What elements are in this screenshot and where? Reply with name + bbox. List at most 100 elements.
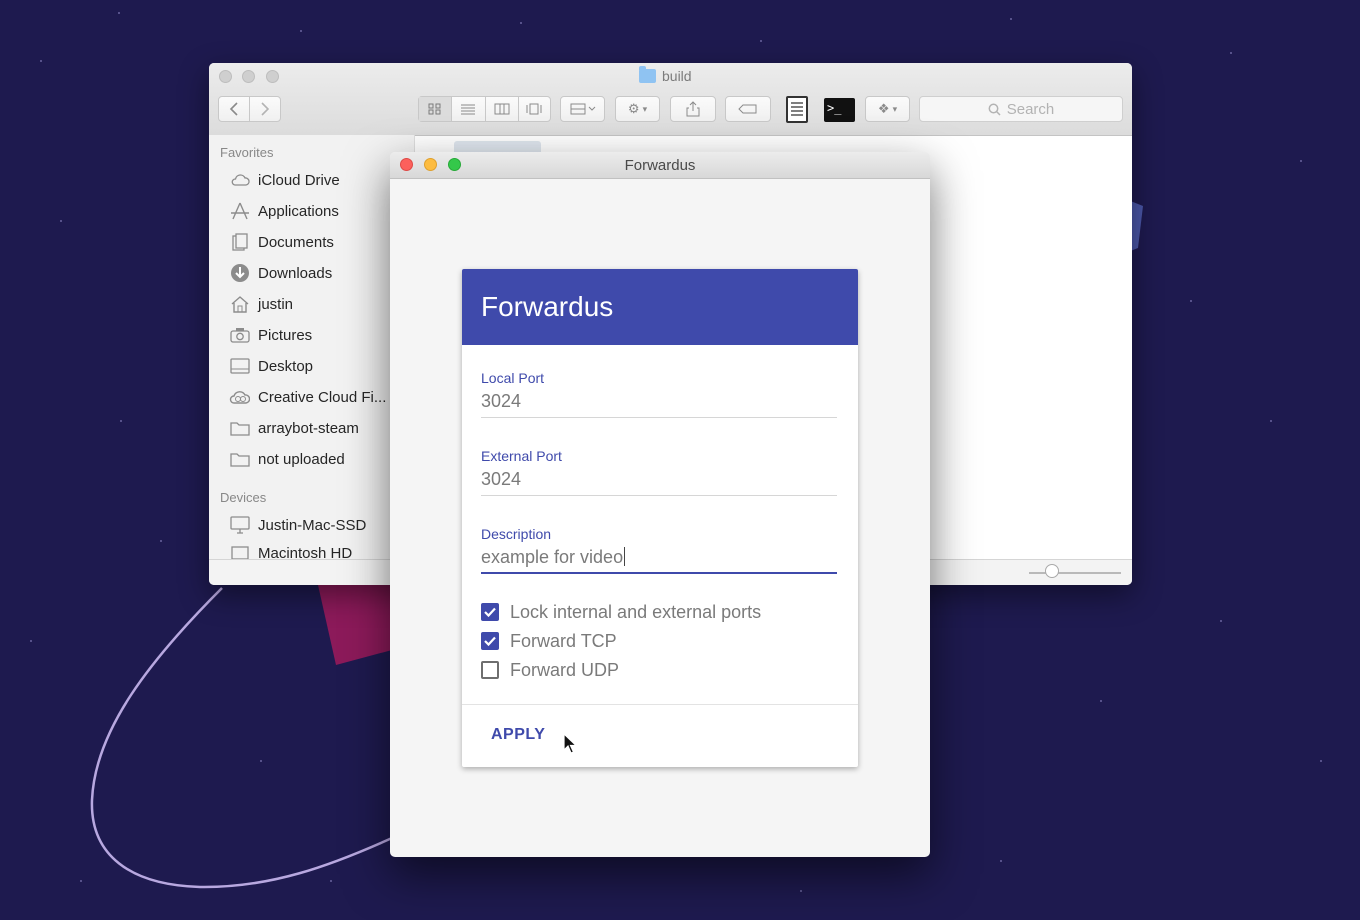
sidebar-item-pictures[interactable]: Pictures xyxy=(229,323,312,347)
notes-app-button[interactable] xyxy=(786,96,808,123)
search-placeholder: Search xyxy=(1006,100,1055,118)
sidebar-item-icloud-drive[interactable]: iCloud Drive xyxy=(229,168,340,192)
back-button[interactable] xyxy=(219,97,250,121)
column-view-button[interactable] xyxy=(486,97,519,121)
folder-icon xyxy=(229,450,250,468)
applications-icon xyxy=(229,202,250,220)
chevron-down-icon: ▾ xyxy=(642,103,648,114)
finder-toolbar: build ⚙ ▾ >_ ❖ ▾ Search xyxy=(209,63,1132,136)
arrange-icon xyxy=(570,103,595,115)
forwardus-window: Forwardus Forwardus Local Port 3024 Exte… xyxy=(390,152,930,857)
sidebar-item-justin[interactable]: justin xyxy=(229,292,293,316)
sidebar-item-label: justin xyxy=(258,295,294,313)
sidebar-item-label: Documents xyxy=(258,233,334,251)
local-port-label: Local Port xyxy=(481,370,545,386)
columns-icon xyxy=(494,103,510,115)
option-label: Forward UDP xyxy=(510,659,620,680)
mouse-pointer-icon xyxy=(563,733,577,754)
forward-button[interactable] xyxy=(250,97,280,121)
chevron-right-icon xyxy=(261,102,270,116)
forwardus-titlebar: Forwardus xyxy=(390,152,930,179)
cover-flow-button[interactable] xyxy=(519,97,550,121)
desktop-icon xyxy=(229,357,250,375)
terminal-button[interactable]: >_ xyxy=(824,98,855,122)
chevron-left-icon xyxy=(229,102,238,116)
sidebar-item-justin-mac-ssd[interactable]: Justin-Mac-SSD xyxy=(229,513,366,537)
option-label: Lock internal and external ports xyxy=(510,601,762,622)
view-mode-segmented xyxy=(418,96,551,122)
sidebar-item-not-uploaded[interactable]: not uploaded xyxy=(229,447,345,471)
arrange-button[interactable] xyxy=(560,96,605,122)
card-header: Forwardus xyxy=(462,269,858,345)
cloud-icon xyxy=(229,171,250,189)
local-port-underline xyxy=(481,417,837,418)
sidebar-item-label: Downloads xyxy=(258,264,333,282)
sidebar-item-label: iCloud Drive xyxy=(258,171,340,189)
app-title: Forwardus xyxy=(481,291,614,322)
search-field[interactable]: Search xyxy=(919,96,1123,122)
option-forward-udp[interactable]: Forward UDP xyxy=(481,659,619,681)
finder-minimize-button[interactable] xyxy=(242,70,255,83)
sidebar-item-label: Desktop xyxy=(258,357,314,375)
document-lines-icon xyxy=(791,102,803,116)
sidebar-item-desktop[interactable]: Desktop xyxy=(229,354,313,378)
local-port-input[interactable]: 3024 xyxy=(481,391,521,412)
icon-size-slider-knob[interactable] xyxy=(1045,564,1059,578)
list-view-button[interactable] xyxy=(452,97,486,121)
window-title: Forwardus xyxy=(624,157,696,174)
favorites-header: Favorites xyxy=(220,145,274,160)
dropbox-icon: ❖ xyxy=(877,101,890,116)
chevron-down-icon: ▾ xyxy=(892,103,898,114)
icon-size-slider-track[interactable] xyxy=(1029,572,1121,574)
list-icon xyxy=(461,104,476,115)
camera-icon xyxy=(229,326,250,344)
actions-divider xyxy=(462,704,858,705)
terminal-icon: >_ xyxy=(827,101,842,115)
sidebar-item-arraybot-steam[interactable]: arraybot-steam xyxy=(229,416,359,440)
external-port-underline xyxy=(481,495,837,496)
finder-close-button[interactable] xyxy=(219,70,232,83)
checkbox-checked-icon[interactable] xyxy=(481,603,499,621)
sidebar-item-applications[interactable]: Applications xyxy=(229,199,339,223)
computer-icon xyxy=(229,516,250,534)
finder-title: build xyxy=(639,66,692,84)
tag-icon xyxy=(738,104,757,114)
checkbox-unchecked-icon[interactable] xyxy=(481,661,499,679)
icon-view-button[interactable] xyxy=(419,97,453,121)
external-port-input[interactable]: 3024 xyxy=(481,469,521,490)
finder-sidebar: Favorites iCloud Drive Applications Docu… xyxy=(209,135,415,562)
sidebar-item-downloads[interactable]: Downloads xyxy=(229,261,332,285)
creative-cloud-icon xyxy=(229,388,250,406)
description-input[interactable]: example for video xyxy=(481,547,626,568)
sidebar-item-documents[interactable]: Documents xyxy=(229,230,334,254)
sidebar-item-label: not uploaded xyxy=(258,450,345,468)
dropbox-button[interactable]: ❖ ▾ xyxy=(865,96,910,122)
description-label: Description xyxy=(481,526,552,542)
sidebar-item-label: Pictures xyxy=(258,326,313,344)
action-button[interactable]: ⚙ ▾ xyxy=(615,96,660,122)
home-icon xyxy=(229,295,250,313)
description-value: example for video xyxy=(481,547,624,567)
sidebar-item-label: arraybot-steam xyxy=(258,419,359,437)
option-lock-ports[interactable]: Lock internal and external ports xyxy=(481,601,761,623)
checkbox-checked-icon[interactable] xyxy=(481,632,499,650)
share-icon xyxy=(686,101,700,117)
share-button[interactable] xyxy=(670,96,716,122)
finder-zoom-button[interactable] xyxy=(266,70,279,83)
option-label: Forward TCP xyxy=(510,630,617,651)
cover-flow-icon xyxy=(526,103,542,115)
external-port-label: External Port xyxy=(481,448,562,464)
forwarding-form-card: Forwardus Local Port 3024 External Port … xyxy=(462,269,858,767)
folder-icon xyxy=(639,66,656,83)
finder-title-label: build xyxy=(662,68,692,84)
search-icon xyxy=(988,103,1001,116)
folder-icon xyxy=(229,419,250,437)
tags-button[interactable] xyxy=(725,96,771,122)
option-forward-tcp[interactable]: Forward TCP xyxy=(481,630,617,652)
downloads-icon xyxy=(229,264,250,282)
sidebar-item-creative-cloud[interactable]: Creative Cloud Fi... xyxy=(229,385,386,409)
text-caret xyxy=(624,547,626,566)
apply-button[interactable]: APPLY xyxy=(481,723,555,747)
gear-icon: ⚙ xyxy=(627,101,640,116)
sidebar-item-label: Justin-Mac-SSD xyxy=(258,516,367,534)
